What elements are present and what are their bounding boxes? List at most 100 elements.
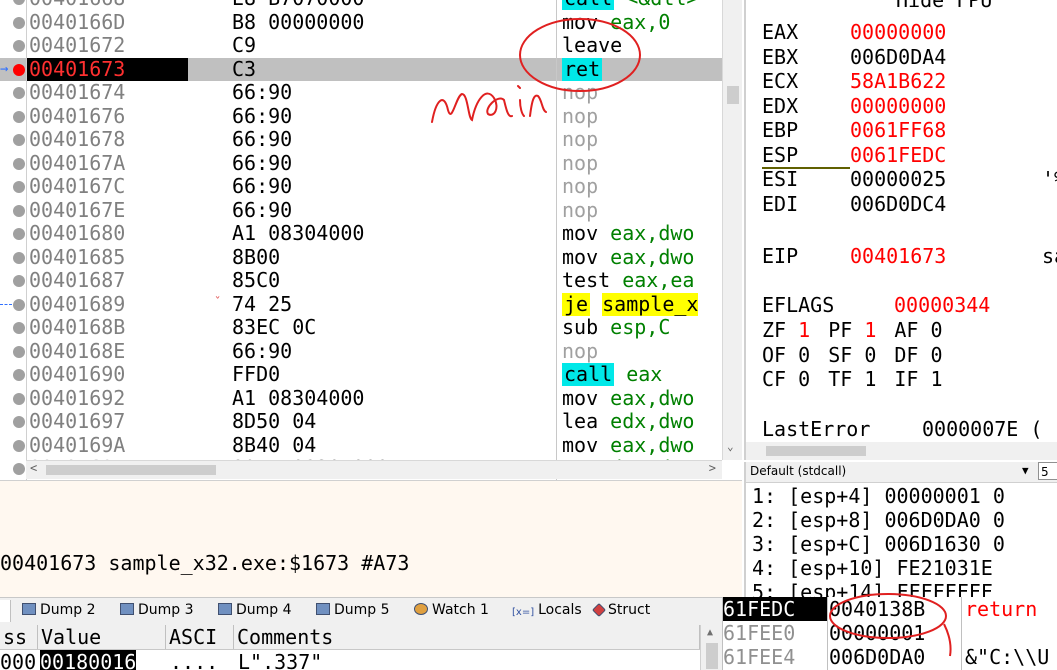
stack-pane[interactable]: 61FEDC 0040138B return 61FEE0 00000001 61FEE4… [722, 597, 1057, 670]
register-value[interactable]: 006D0DA4 [850, 45, 946, 69]
dropdown-arrow-icon[interactable]: ▼ [1022, 464, 1029, 477]
register-edx[interactable]: EDX 00000000 [762, 94, 946, 118]
stack-row[interactable]: 61FEE4 006D0DA0 &"C:\\U [723, 645, 1057, 669]
disassembly-row[interactable]: 0040169A 8B40 04 mov eax,dwo [0, 433, 722, 457]
chevron-left-icon[interactable]: < [30, 461, 37, 475]
register-edi[interactable]: EDI 006D0DC4 [762, 192, 946, 216]
register-value[interactable]: 0000007E [922, 417, 1018, 441]
disassembly-row[interactable]: 00401674 66:90 nop [0, 80, 722, 105]
breakpoint-bullet-icon[interactable] [13, 345, 25, 358]
instruction-text[interactable]: mov eax,dwo [556, 386, 722, 410]
breakpoint-bullet-icon[interactable] [13, 392, 25, 405]
register-value[interactable]: 00401673 [850, 244, 946, 268]
flag-zf[interactable]: ZF 1 [762, 318, 810, 342]
stack-value[interactable]: 00000001 [829, 621, 925, 645]
instruction-text[interactable]: mov eax,dwo [556, 245, 722, 269]
scroll-thumb[interactable] [706, 643, 718, 669]
breakpoint-bullet-icon[interactable] [13, 275, 25, 287]
instruction-text[interactable]: mov eax,dwo [556, 433, 722, 457]
disassembly-row[interactable]: 00401690 FFD0 call eax [0, 362, 722, 387]
instruction-address[interactable]: 00401674 [26, 80, 188, 105]
register-ebp[interactable]: EBP 0061FF68 [762, 118, 946, 142]
breakpoint-bullet-icon[interactable] [13, 87, 25, 99]
disassembly-row[interactable]: 0040167C 66:90 nop [0, 174, 722, 199]
breakpoint-bullet-icon[interactable] [13, 228, 25, 240]
instruction-address[interactable]: 00401668 [26, 0, 188, 11]
chevron-right-icon[interactable]: > [709, 461, 716, 475]
breakpoint-bullet-icon[interactable] [13, 204, 25, 217]
disassembly-row[interactable]: 0040167E 66:90 nop [0, 198, 722, 222]
registers-horizontal-scrollbar[interactable] [746, 442, 1057, 460]
flag-value[interactable]: 0 [931, 318, 943, 342]
breakpoint-bullet-icon[interactable] [13, 251, 25, 264]
disassembly-row[interactable]: ˇ 00401689 74 25 je sample_x [0, 292, 722, 316]
instruction-text[interactable]: nop [556, 128, 722, 152]
breakpoint-bullet-icon[interactable] [13, 298, 25, 311]
breakpoint-bullet-icon[interactable] [13, 463, 25, 475]
dump-value[interactable]: 00180016 [40, 650, 137, 670]
breakpoint-bullet-icon[interactable] [13, 369, 25, 381]
argument-row[interactable]: 5: [esp+14] FFFFFFFF [752, 580, 993, 597]
flag-af[interactable]: AF 0 [894, 318, 942, 342]
register-ecx[interactable]: ECX 58A1B622 [762, 69, 946, 93]
tab-dump-3[interactable]: Dump 3 [120, 602, 194, 618]
instruction-address[interactable]: 0040167E [26, 198, 188, 222]
instruction-text[interactable]: nop [556, 81, 722, 105]
breakpoint-bullet-icon[interactable] [13, 439, 25, 452]
disassembly-row[interactable]: 00401676 66:90 nop [0, 104, 722, 128]
instruction-text[interactable]: nop [556, 175, 722, 199]
disassembly-row[interactable]: 0040167A 66:90 nop [0, 151, 722, 175]
argument-row[interactable]: 4: [esp+10] FE21031E [752, 556, 993, 580]
breakpoint-bullet-icon[interactable] [13, 16, 25, 29]
registers-pane[interactable]: Hide FPU EAX 00000000 EBX 006D0DA4 ECX 58A1B6… [744, 0, 1057, 460]
flag-value[interactable]: 0 [864, 343, 876, 367]
instruction-text[interactable]: je sample_x [556, 292, 722, 316]
disassembly-pane[interactable]: 00401668 E8 B7070000 call <&dtl> 0040166D B8… [0, 0, 742, 480]
breakpoint-bullet-icon[interactable] [13, 181, 25, 193]
register-ebx[interactable]: EBX 006D0DA4 [762, 45, 946, 69]
instruction-text[interactable]: ret [556, 57, 722, 81]
stack-address[interactable]: 61FEE4 [723, 645, 827, 669]
flag-value[interactable]: 1 [864, 318, 876, 342]
flag-sf[interactable]: SF 0 [828, 343, 876, 367]
disassembly-row[interactable]: 00401692 A1 08304000 mov eax,dwo [0, 386, 722, 410]
call-arguments-pane[interactable]: Default (stdcall) ▼ 5 1: [esp+4] 0000000… [744, 462, 1057, 597]
tab-struct[interactable]: Struct [591, 602, 650, 618]
tab-dump-1[interactable] [0, 600, 11, 622]
stack-address[interactable]: 61FEDC [723, 597, 827, 621]
scroll-thumb[interactable] [46, 465, 216, 475]
disassembly-row[interactable]: → 00401673 C3 ret [0, 57, 722, 81]
stack-address[interactable]: 61FEE0 [723, 621, 827, 645]
breakpoint-bullet-icon[interactable] [13, 134, 25, 146]
register-value[interactable]: 00000000 [850, 20, 946, 44]
stack-value[interactable]: 0040138B [829, 597, 925, 621]
argument-row[interactable]: 1: [esp+4] 00000001 0 [752, 484, 1005, 508]
instruction-text[interactable]: test eax,ea [556, 269, 722, 293]
register-value[interactable]: 58A1B622 [850, 69, 946, 93]
argument-row[interactable]: 2: [esp+8] 006D0DA0 0 [752, 508, 1005, 532]
breakpoint-bullet-icon[interactable] [13, 416, 25, 428]
instruction-text[interactable]: mov eax,dwo [556, 222, 722, 246]
instruction-address[interactable]: 00401689 [26, 292, 188, 316]
breakpoint-bullet-icon[interactable] [13, 157, 25, 170]
flag-if[interactable]: IF 1 [894, 367, 942, 391]
dump-column-header[interactable]: Comments [234, 625, 700, 649]
disassembly-row[interactable]: 00401678 66:90 nop [0, 127, 722, 152]
instruction-text[interactable]: lea edx,dwo [556, 410, 722, 434]
breakpoint-bullet-icon[interactable] [13, 0, 25, 5]
register-value[interactable]: 00000000 [850, 94, 946, 118]
instruction-text[interactable]: mov eax,0 [556, 10, 722, 34]
dump-row[interactable]: 000 00180016.... L".337" [0, 650, 700, 670]
instruction-address[interactable]: 0040169A [26, 433, 188, 457]
tab-watch-1[interactable]: Watch 1 [414, 602, 489, 618]
disassembly-row[interactable]: 00401672 C9 leave [0, 33, 722, 58]
scroll-thumb[interactable] [766, 446, 866, 456]
stack-value[interactable]: 006D0DA0 [829, 645, 925, 669]
flag-cf[interactable]: CF 0 [762, 367, 810, 391]
register-value[interactable]: 00000025 [850, 167, 946, 191]
instruction-text[interactable]: nop [556, 339, 722, 363]
flag-tf[interactable]: TF 1 [828, 367, 876, 391]
register-esi[interactable]: ESI 00000025 '% [762, 167, 1057, 191]
register-eax[interactable]: EAX 00000000 [762, 20, 946, 44]
disassembly-row[interactable]: 00401668 E8 B7070000 call <&dtl> [0, 0, 722, 11]
